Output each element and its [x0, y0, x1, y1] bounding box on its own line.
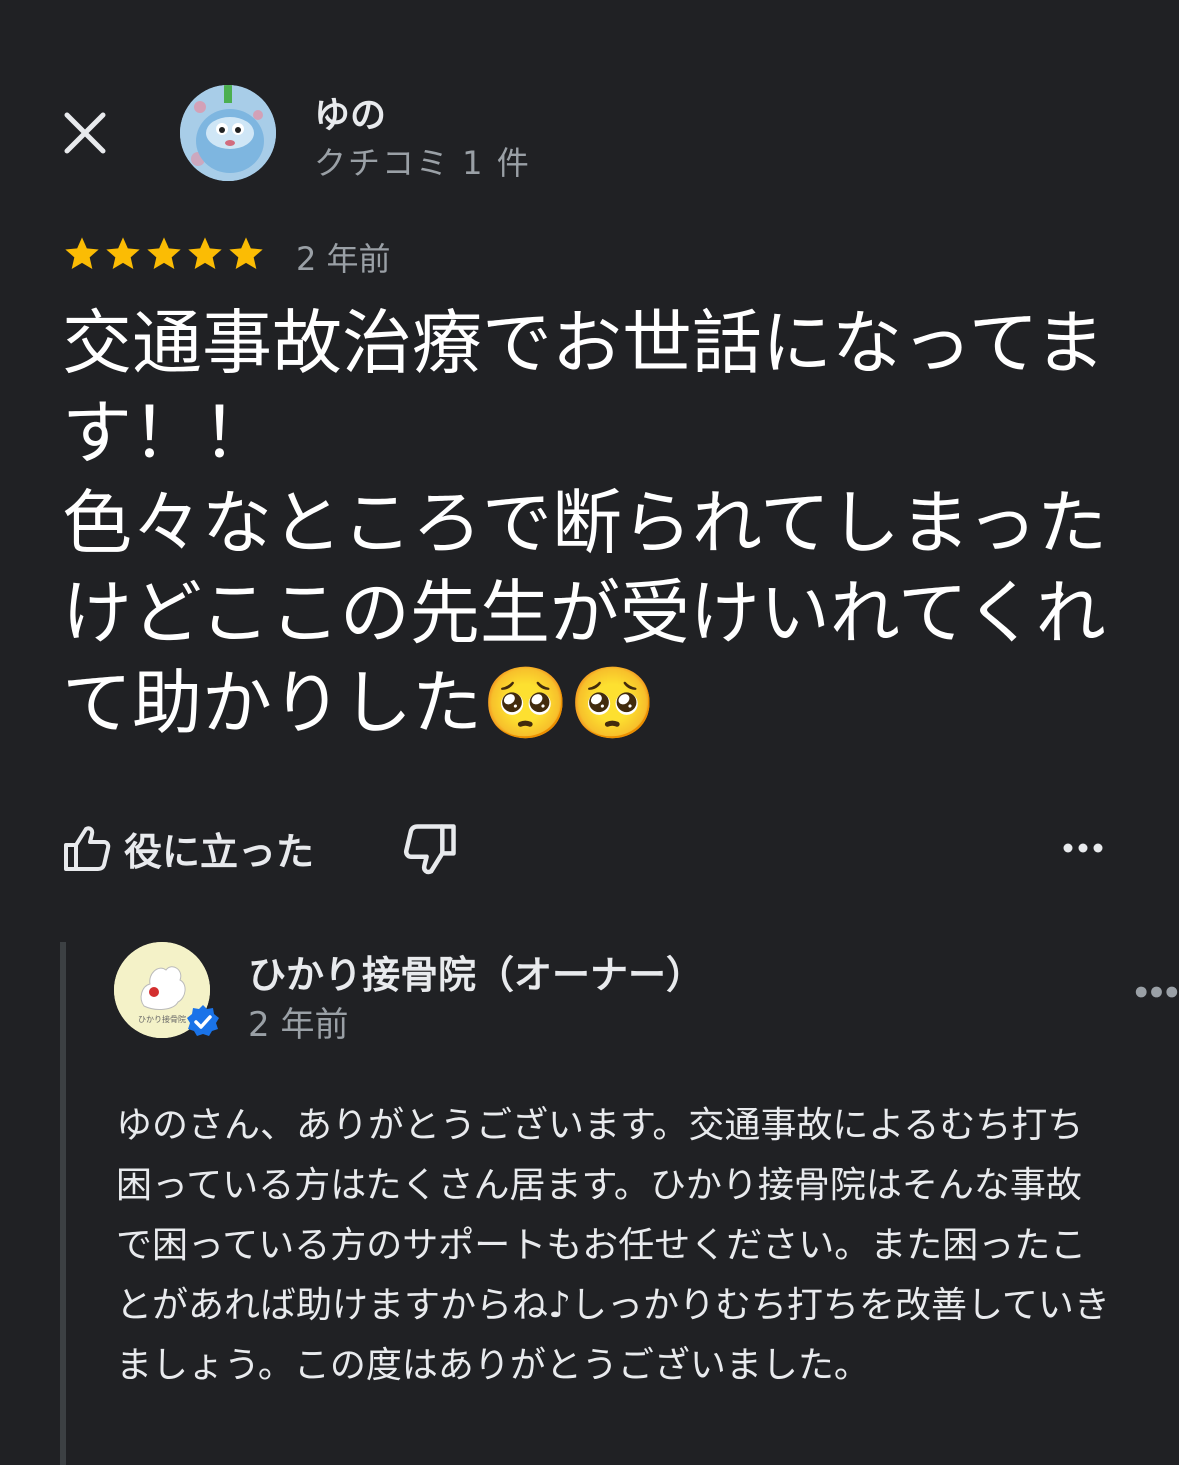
owner-reply-date: 2 年前: [248, 1005, 349, 1045]
star-rating: [62, 234, 266, 274]
helpful-button[interactable]: 役に立った: [62, 818, 314, 878]
star-icon: [188, 237, 222, 269]
review-text: 交通事故治療でお世話になってます！！ 色々なところで断られてしまったけどここの先…: [62, 302, 1108, 744]
star-icon: [65, 237, 99, 269]
review-date: 2 年前: [296, 240, 391, 278]
owner-name: ひかり接骨院（オーナー）: [248, 953, 705, 997]
reviewer-review-count: クチコミ 1 件: [314, 144, 531, 182]
reply-divider: [60, 942, 66, 1465]
reviewer-name[interactable]: ゆの: [314, 86, 386, 138]
not-helpful-button[interactable]: [402, 822, 458, 878]
thumbs-up-icon: [64, 826, 111, 871]
svg-text:ひかり接骨院: ひかり接骨院: [138, 1014, 186, 1024]
star-icon: [147, 237, 181, 269]
close-icon: [64, 112, 106, 154]
close-button[interactable]: [58, 106, 112, 160]
owner-reply-text: ゆのさん、ありがとうございます。交通事故によるむち打ち困っている方はたくさん居ま…: [116, 1105, 1110, 1386]
more-options-button[interactable]: [1058, 826, 1108, 870]
verified-badge-icon: [184, 1003, 222, 1041]
star-icon: [106, 237, 140, 269]
thumbs-down-icon: [403, 824, 456, 875]
star-icon: [229, 237, 263, 269]
reviewer-avatar[interactable]: [180, 85, 276, 181]
helpful-label: 役に立った: [124, 829, 315, 874]
reply-more-options-button[interactable]: [1134, 970, 1179, 1014]
more-horizontal-icon: [1063, 843, 1103, 853]
more-horizontal-icon: [1135, 986, 1178, 998]
